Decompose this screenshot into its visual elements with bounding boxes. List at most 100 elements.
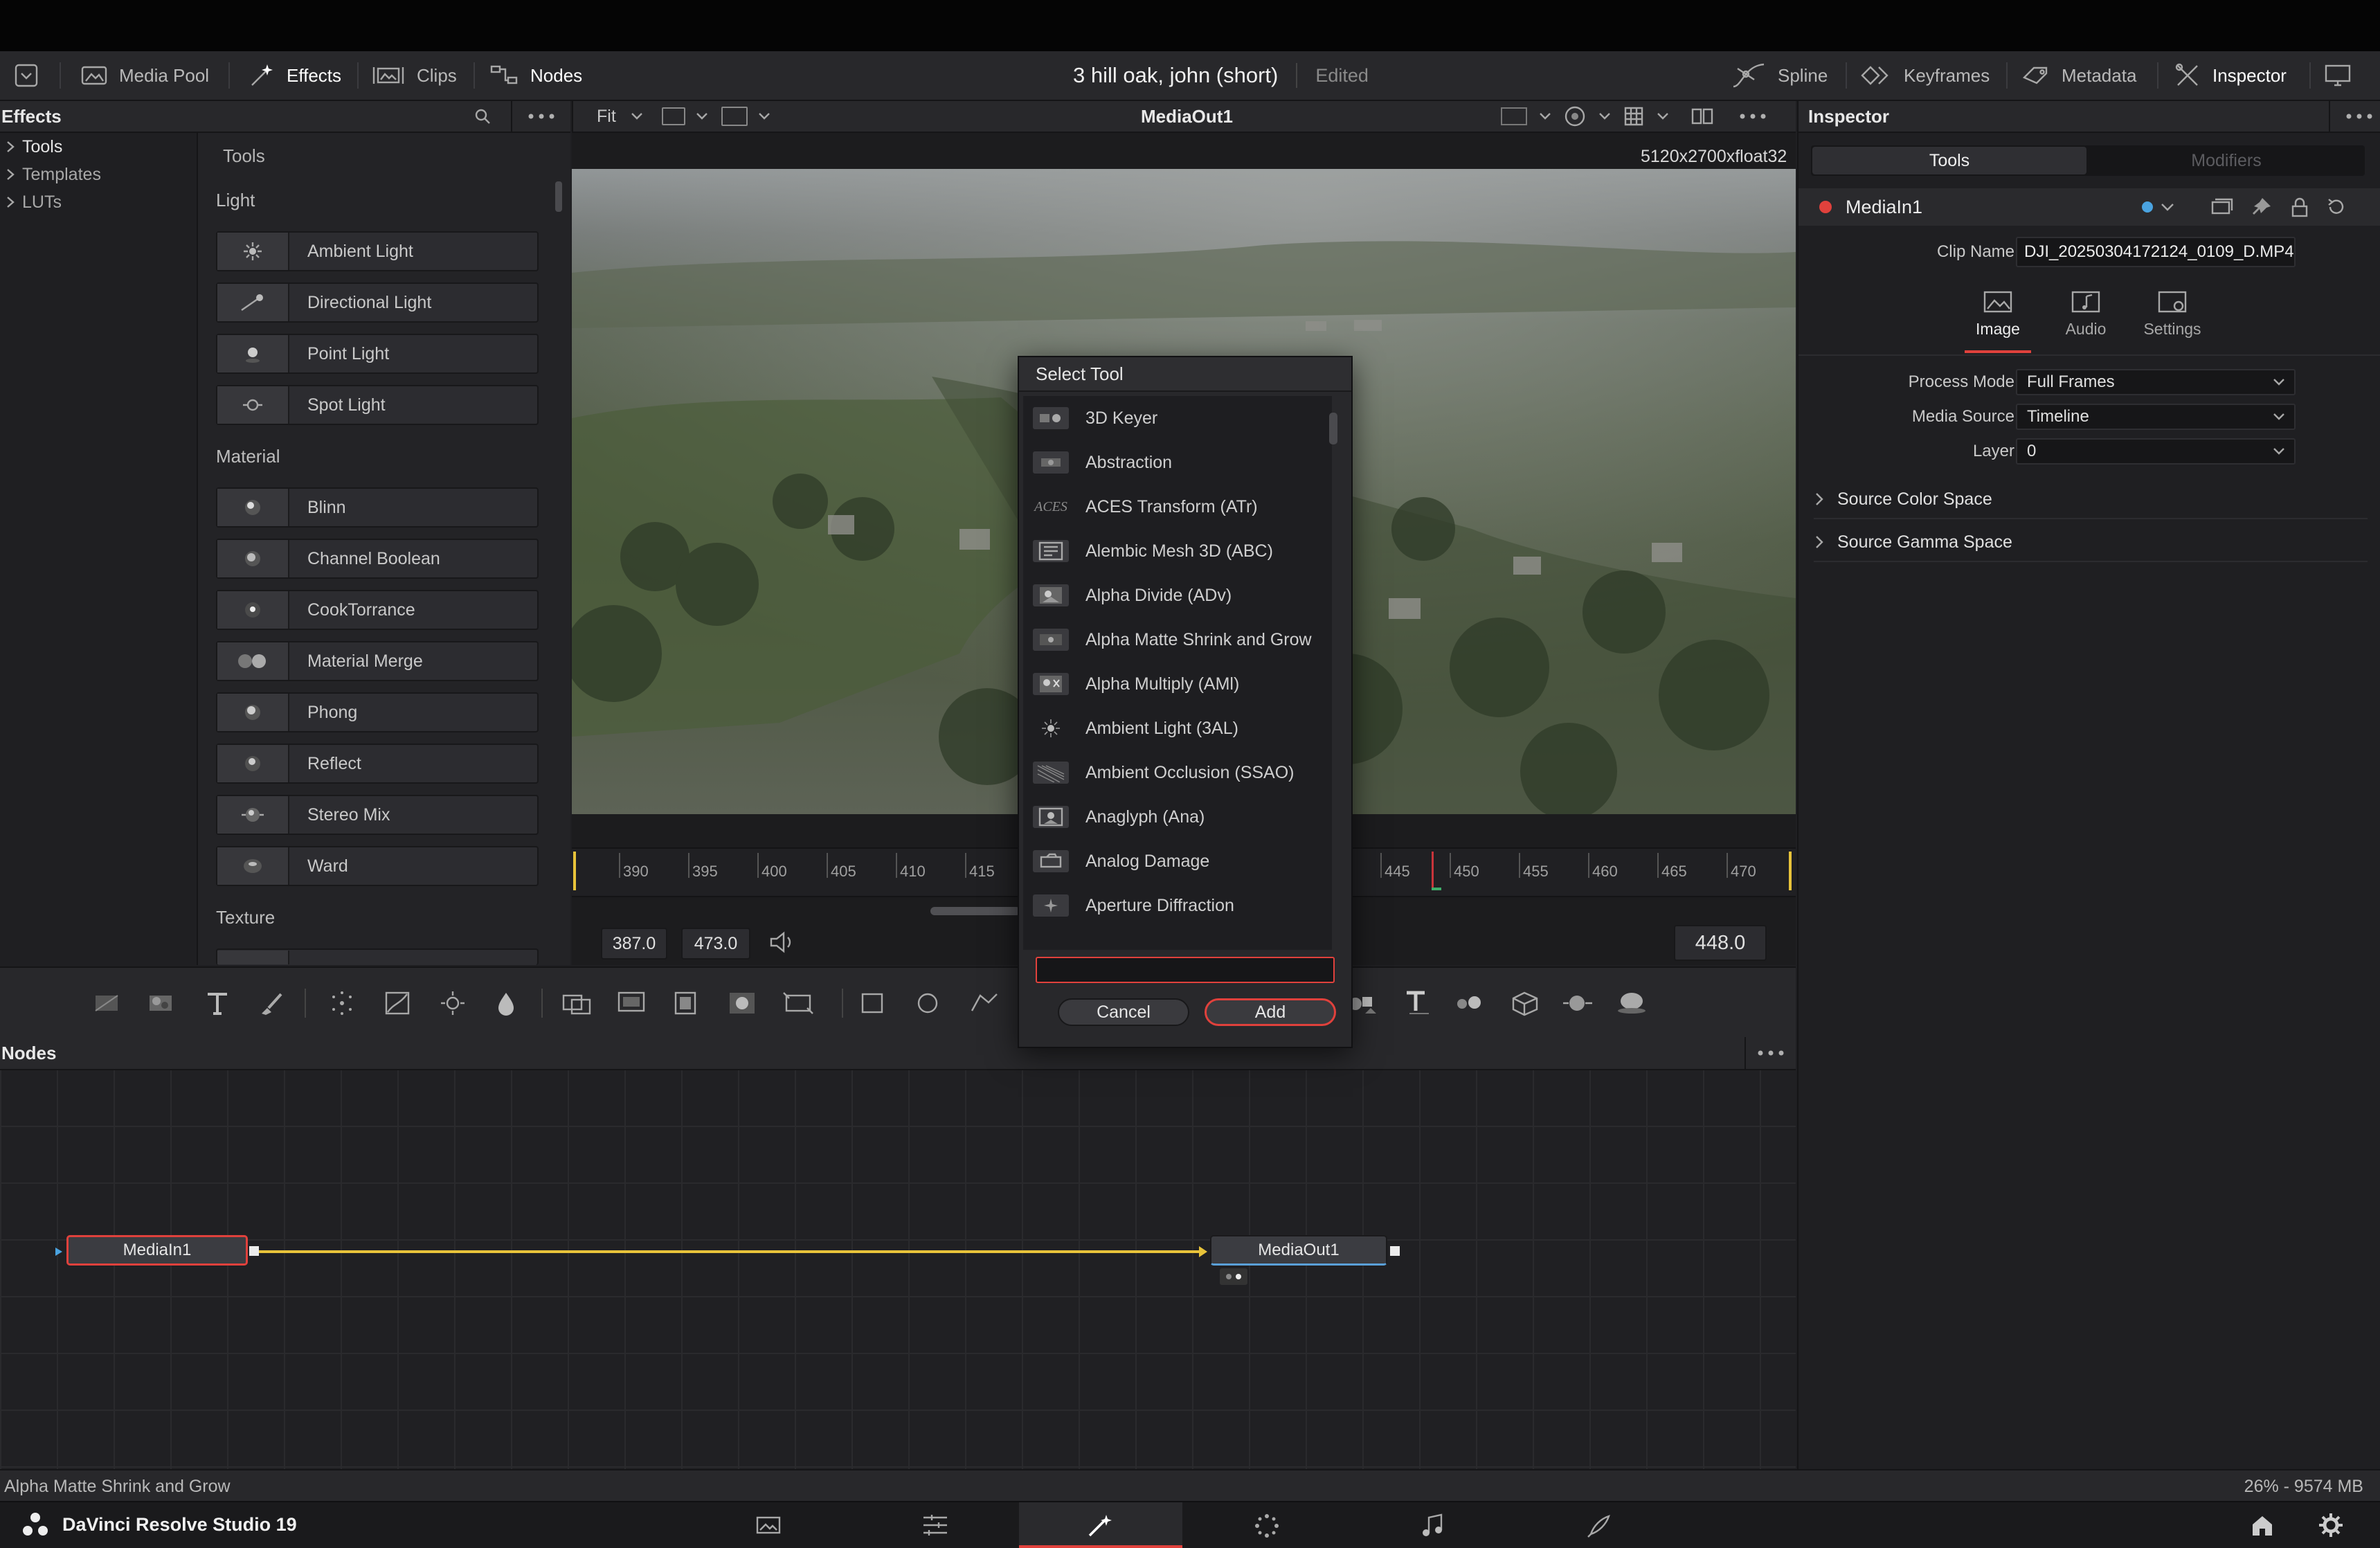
tool-spot-light[interactable]: Spot Light xyxy=(216,385,539,425)
out-point-field[interactable]: 473.0 xyxy=(681,928,750,960)
tool-search-input[interactable] xyxy=(1036,957,1335,983)
node-color-dot[interactable] xyxy=(1819,201,1832,213)
lock-icon[interactable] xyxy=(2290,197,2309,217)
workspace-menu-button[interactable] xyxy=(14,51,39,100)
list-item-ambient-occlusion[interactable]: Ambient Occlusion (SSAO) xyxy=(1023,750,1332,795)
tool-texture-partial[interactable] xyxy=(216,948,539,965)
inspector-button[interactable]: Inspector xyxy=(2174,51,2287,100)
list-item-abstraction[interactable]: Abstraction xyxy=(1023,440,1332,485)
split-view-icon[interactable] xyxy=(1691,107,1714,126)
list-item-alpha-divide[interactable]: Alpha Divide (ADv) xyxy=(1023,573,1332,618)
matte-control-icon[interactable] xyxy=(671,990,699,1016)
chevron-down-icon[interactable] xyxy=(1656,111,1670,121)
color-wheel-icon[interactable] xyxy=(1563,105,1587,128)
source-gamma-space-section[interactable]: Source Gamma Space xyxy=(1814,523,2368,562)
tree-item-tools[interactable]: Tools xyxy=(0,133,197,161)
text-3d-icon[interactable] xyxy=(1401,989,1433,1016)
camera-3d-icon[interactable] xyxy=(1509,990,1541,1016)
list-item-ambient-light[interactable]: Ambient Light (3AL) xyxy=(1023,706,1332,750)
reset-icon[interactable] xyxy=(2326,197,2347,217)
tool-blinn[interactable]: Blinn xyxy=(216,487,539,528)
list-item-anaglyph[interactable]: Anaglyph (Ana) xyxy=(1023,795,1332,839)
output-port[interactable] xyxy=(1390,1246,1400,1256)
list-item-3d-keyer[interactable]: 3D Keyer xyxy=(1023,396,1332,440)
edit-page-icon[interactable] xyxy=(921,1512,950,1538)
merge-3d-icon[interactable] xyxy=(1454,990,1486,1016)
dialog-scrollbar[interactable] xyxy=(1329,413,1337,444)
in-point-field[interactable]: 387.0 xyxy=(601,928,667,960)
chevron-down-icon[interactable] xyxy=(1598,111,1612,121)
version-dot[interactable] xyxy=(2142,201,2153,213)
chevron-down-icon[interactable] xyxy=(1538,111,1552,121)
paint-brush-icon[interactable] xyxy=(258,990,285,1016)
clip-name-field[interactable]: DJI_20250304172124_0109_D.MP4 xyxy=(2016,237,2296,267)
tool-material-merge[interactable]: Material Merge xyxy=(216,641,539,681)
grid-icon[interactable] xyxy=(1623,105,1645,127)
node-versions-icon[interactable] xyxy=(2210,197,2233,217)
brightness-contrast-icon[interactable] xyxy=(439,990,467,1016)
tool-point-light[interactable]: Point Light xyxy=(216,334,539,374)
tool-channel-boolean[interactable]: Channel Boolean xyxy=(216,539,539,579)
tool-phong[interactable]: Phong xyxy=(216,692,539,732)
tool-ambient-light[interactable]: Ambient Light xyxy=(216,231,539,271)
lut-icon[interactable] xyxy=(1501,107,1527,125)
cancel-button[interactable]: Cancel xyxy=(1058,998,1189,1026)
list-item-alpha-matte-shrink-grow[interactable]: Alpha Matte Shrink and Grow xyxy=(1023,618,1332,662)
renderer-3d-icon[interactable] xyxy=(1562,990,1594,1016)
fusion-page-tab[interactable] xyxy=(1019,1502,1182,1548)
spline-button[interactable]: Spline xyxy=(1731,51,1828,100)
gear-icon[interactable] xyxy=(2318,1512,2344,1538)
viewer-indicator-icon[interactable] xyxy=(1220,1268,1247,1285)
tree-item-luts[interactable]: LUTs xyxy=(0,188,197,216)
timeline-scrollbar[interactable] xyxy=(930,907,1020,915)
in-point-marker[interactable] xyxy=(573,852,576,890)
deliver-page-icon[interactable] xyxy=(1585,1512,1613,1540)
nodes-button[interactable]: Nodes xyxy=(490,51,582,100)
output-port[interactable] xyxy=(249,1246,259,1256)
rectangle-mask-icon[interactable] xyxy=(858,990,886,1016)
add-button[interactable]: Add xyxy=(1205,998,1336,1026)
merge-tool-icon[interactable] xyxy=(561,990,593,1016)
media-page-icon[interactable] xyxy=(755,1513,782,1537)
media-pool-button[interactable]: Media Pool xyxy=(80,51,209,100)
tool-reflect[interactable]: Reflect xyxy=(216,744,539,784)
process-mode-dropdown[interactable]: Full Frames xyxy=(2016,369,2296,395)
polygon-mask-icon[interactable] xyxy=(968,990,1000,1016)
layer-dropdown[interactable]: 0 xyxy=(2016,438,2296,465)
media-source-dropdown[interactable]: Timeline xyxy=(2016,404,2296,430)
list-item-analog-damage[interactable]: Analog Damage xyxy=(1023,839,1332,883)
tool-ward[interactable]: Ward xyxy=(216,846,539,886)
keyframes-button[interactable]: Keyframes xyxy=(1859,51,1990,100)
list-item-alembic-mesh[interactable]: Alembic Mesh 3D (ABC) xyxy=(1023,529,1332,573)
effects-button[interactable]: Effects xyxy=(248,51,341,100)
color-corrector-icon[interactable] xyxy=(496,990,516,1016)
out-point-marker[interactable] xyxy=(1789,852,1792,890)
tool-stereo-mix[interactable]: Stereo Mix xyxy=(216,795,539,835)
subtab-settings[interactable]: Settings xyxy=(2136,284,2208,353)
pin-icon[interactable] xyxy=(2251,197,2272,217)
source-color-space-section[interactable]: Source Color Space xyxy=(1814,480,2368,519)
current-frame-field[interactable]: 448.0 xyxy=(1674,925,1767,961)
subtab-audio[interactable]: Audio xyxy=(2056,284,2116,353)
image-plane-3d-icon[interactable] xyxy=(1616,989,1648,1016)
chevron-down-icon[interactable] xyxy=(757,111,771,121)
node-mediaout1[interactable]: MediaOut1 xyxy=(1210,1235,1387,1266)
tool-directional-light[interactable]: Directional Light xyxy=(216,282,539,323)
list-item-aperture-diffraction[interactable]: Aperture Diffraction xyxy=(1023,883,1332,928)
more-options-icon[interactable] xyxy=(1757,1050,1785,1056)
list-item-aces-transform[interactable]: ACES ACES Transform (ATr) xyxy=(1023,485,1332,529)
tree-item-templates[interactable]: Templates xyxy=(0,161,197,188)
mask-tool-icon[interactable] xyxy=(727,990,759,1016)
ellipse-mask-icon[interactable] xyxy=(914,990,941,1016)
chevron-down-icon[interactable] xyxy=(630,111,644,121)
list-item-alpha-multiply[interactable]: Alpha Multiply (AMl) xyxy=(1023,662,1332,706)
transform-tool-icon[interactable] xyxy=(781,990,815,1016)
clips-button[interactable]: Clips xyxy=(371,51,457,100)
speaker-icon[interactable] xyxy=(768,930,796,954)
home-icon[interactable] xyxy=(2250,1513,2275,1537)
chevron-down-icon[interactable] xyxy=(695,111,709,121)
particle-emitter-icon[interactable] xyxy=(328,990,356,1016)
search-icon[interactable] xyxy=(474,107,492,125)
tab-tools[interactable]: Tools xyxy=(1812,147,2086,174)
tool-list-scrollbar[interactable] xyxy=(555,181,562,212)
